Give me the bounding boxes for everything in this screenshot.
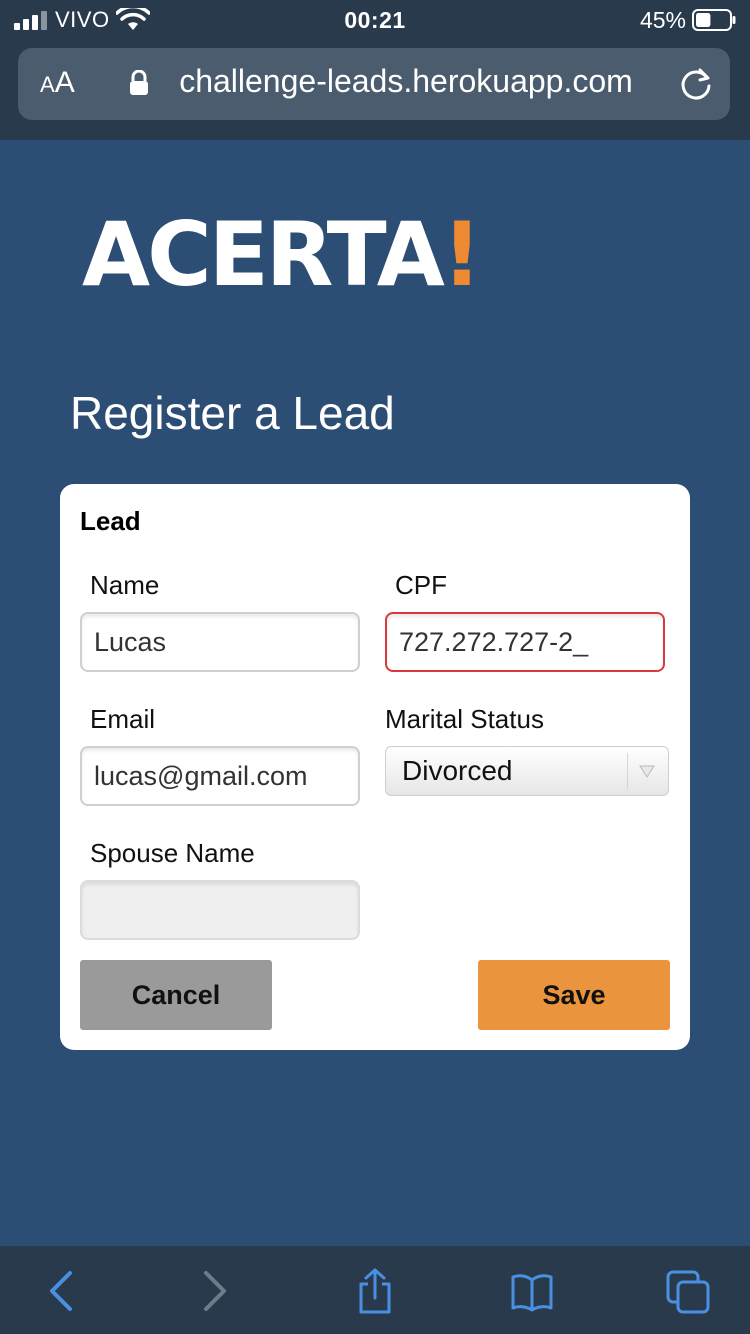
browser-toolbar [0,1246,750,1334]
bookmarks-icon[interactable] [510,1268,554,1314]
reload-icon[interactable] [680,66,714,102]
status-time: 00:21 [344,7,406,33]
form-section-title: Lead [80,506,141,536]
share-icon[interactable] [353,1268,397,1314]
chevron-down-icon [639,765,655,778]
battery-icon [692,9,736,31]
name-input[interactable]: Lucas [80,612,360,672]
url-text[interactable]: challenge-leads.herokuapp.com [146,63,666,100]
marital-status-label: Marital Status [385,704,544,734]
marital-status-select[interactable]: Divorced [385,746,669,796]
battery-percentage: 45% [639,7,686,33]
text-size-button[interactable]: AA [40,66,75,100]
email-input[interactable]: lucas@gmail.com [80,746,360,806]
tabs-icon[interactable] [666,1268,710,1314]
status-bar: VIVO 00:21 45% [0,0,750,44]
forward-icon[interactable] [192,1268,236,1314]
acerta-logo: ACERTA! [82,203,482,306]
save-button[interactable]: Save [478,960,670,1030]
marital-status-value: Divorced [402,755,513,786]
browser-top-chrome: VIVO 00:21 45% AA challenge-leads.heroku… [0,0,750,140]
spouse-name-label: Spouse Name [90,838,255,868]
lead-form-card: Lead Name Lucas CPF 727.272.727-2_ Email… [60,484,690,1050]
back-icon[interactable] [40,1268,84,1314]
cpf-input[interactable]: 727.272.727-2_ [385,612,665,672]
logo-accent: ! [441,203,482,306]
select-divider [627,753,628,789]
page-title: Register a Lead [70,387,395,439]
logo-text: ACERTA [82,203,445,306]
spouse-name-input[interactable] [80,880,360,940]
address-bar[interactable]: AA challenge-leads.herokuapp.com [18,48,730,120]
battery-fill [696,13,711,27]
email-label: Email [90,704,156,734]
name-label: Name [90,570,160,600]
cpf-label: CPF [395,570,447,600]
cancel-button[interactable]: Cancel [80,960,272,1030]
